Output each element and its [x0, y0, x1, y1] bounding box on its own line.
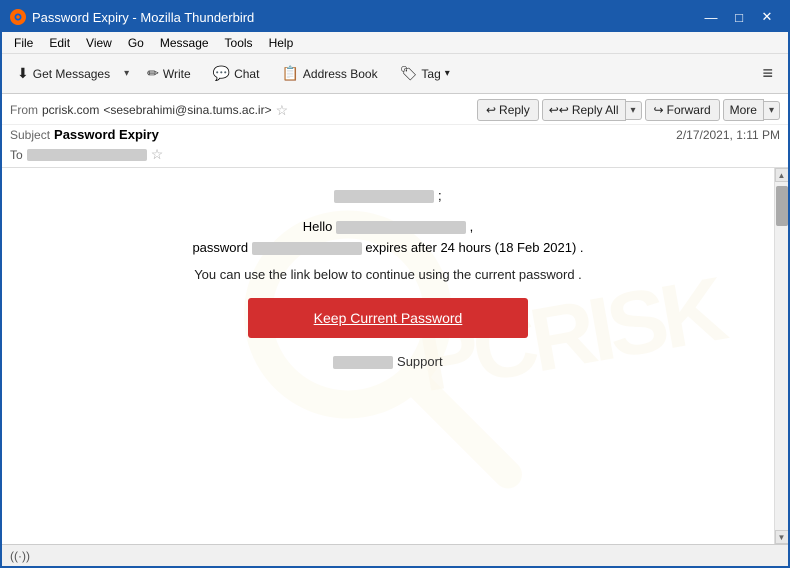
keep-current-password-label: Keep Current Password: [314, 310, 463, 326]
reply-all-dropdown[interactable]: ▾: [626, 101, 642, 120]
blurred-recipient: [336, 221, 466, 234]
menu-edit[interactable]: Edit: [41, 34, 78, 52]
tag-button[interactable]: 🏷 Tag ▾: [391, 60, 459, 87]
menu-bar: File Edit View Go Message Tools Help: [2, 32, 788, 54]
scroll-up-arrow[interactable]: ▲: [775, 168, 789, 182]
wifi-icon: ((·)): [10, 549, 30, 563]
menu-go[interactable]: Go: [120, 34, 152, 52]
email-content: ; Hello , password expires after 24 hour…: [32, 188, 744, 369]
menu-message[interactable]: Message: [152, 34, 217, 52]
reply-all-button[interactable]: ↩↩ Reply All: [542, 99, 626, 121]
reply-button[interactable]: ↩ Reply: [477, 99, 539, 121]
email-body-container: PCRISK ; Hello , password expires after: [2, 168, 788, 544]
to-line: To ☆: [2, 144, 788, 167]
more-dropdown[interactable]: ▾: [764, 101, 780, 120]
maximize-button[interactable]: □: [726, 7, 752, 27]
blurred-top-link: [334, 190, 434, 203]
get-messages-group: ⬇ Get Messages ▾: [8, 60, 134, 87]
thunderbird-icon: [10, 9, 26, 25]
to-star-icon[interactable]: ☆: [151, 146, 164, 163]
blurred-password-domain: [252, 242, 362, 255]
hamburger-menu-button[interactable]: ≡: [753, 58, 782, 89]
from-star-icon[interactable]: ☆: [276, 102, 289, 119]
tag-icon: 🏷: [400, 65, 418, 82]
minimize-button[interactable]: —: [698, 7, 724, 27]
address-book-icon: 📋: [281, 65, 298, 82]
to-address-blurred: [27, 149, 147, 161]
scrollbar[interactable]: ▲ ▼: [774, 168, 788, 544]
hello-line: Hello ,: [32, 219, 744, 234]
more-button[interactable]: More: [723, 99, 764, 121]
write-button[interactable]: ✏ Write: [138, 60, 200, 87]
forward-icon: ↪: [654, 103, 664, 117]
reply-icon: ↩: [486, 103, 496, 117]
reply-all-group: ↩↩ Reply All ▾: [542, 99, 642, 121]
blurred-support-name: [333, 356, 393, 369]
tag-dropdown-arrow: ▾: [445, 68, 450, 79]
menu-tools[interactable]: Tools: [217, 34, 261, 52]
address-book-button[interactable]: 📋 Address Book: [272, 60, 386, 87]
keep-current-password-button[interactable]: Keep Current Password: [248, 298, 528, 338]
title-bar-left: Password Expiry - Mozilla Thunderbird: [10, 9, 254, 25]
scroll-down-arrow[interactable]: ▼: [775, 530, 789, 544]
forward-button[interactable]: ↪ Forward: [645, 99, 720, 121]
blurred-top-link-line: ;: [32, 188, 744, 203]
title-bar: Password Expiry - Mozilla Thunderbird — …: [2, 2, 788, 32]
semicolon: ;: [438, 188, 442, 203]
menu-view[interactable]: View: [78, 34, 120, 52]
get-messages-dropdown[interactable]: ▾: [119, 63, 134, 84]
from-address: <sesebrahimi@sina.tums.ac.ir>: [103, 103, 271, 117]
action-buttons: ↩ Reply ↩↩ Reply All ▾ ↪ Forward More: [477, 99, 780, 121]
from-label: From: [10, 103, 38, 117]
from-row: From pcrisk.com <sesebrahimi@sina.tums.a…: [10, 102, 288, 119]
date-value: 2/17/2021, 1:11 PM: [676, 128, 780, 142]
subject-value: Password Expiry: [54, 127, 159, 142]
chat-button[interactable]: 💬 Chat: [204, 60, 269, 87]
status-bar: ((·)): [2, 544, 788, 566]
window-title: Password Expiry - Mozilla Thunderbird: [32, 10, 254, 25]
menu-file[interactable]: File: [6, 34, 41, 52]
more-group: More ▾: [723, 99, 780, 121]
support-line: Support: [32, 354, 744, 369]
notice-text: You can use the link below to continue u…: [32, 267, 744, 282]
close-button[interactable]: ✕: [754, 7, 780, 27]
chat-icon: 💬: [213, 65, 230, 82]
subject-label: Subject: [10, 128, 50, 142]
support-text: Support: [397, 354, 443, 369]
email-header: From pcrisk.com <sesebrahimi@sina.tums.a…: [2, 94, 788, 168]
get-messages-button[interactable]: ⬇ Get Messages: [8, 60, 119, 87]
menu-help[interactable]: Help: [261, 34, 302, 52]
expires-line: password expires after 24 hours (18 Feb …: [32, 240, 744, 255]
reply-all-icon: ↩↩: [549, 103, 569, 117]
main-window: Password Expiry - Mozilla Thunderbird — …: [0, 0, 790, 568]
email-body: PCRISK ; Hello , password expires after: [2, 168, 774, 544]
get-messages-icon: ⬇: [17, 65, 29, 82]
to-label: To: [10, 148, 23, 162]
scrollbar-thumb[interactable]: [776, 186, 788, 226]
subject-line: Subject Password Expiry 2/17/2021, 1:11 …: [2, 125, 788, 144]
window-controls: — □ ✕: [698, 7, 780, 27]
toolbar: ⬇ Get Messages ▾ ✏ Write 💬 Chat 📋 Addres…: [2, 54, 788, 94]
expires-text: expires after 24 hours (18 Feb 2021) .: [365, 240, 583, 255]
from-name: pcrisk.com: [42, 103, 99, 117]
write-icon: ✏: [147, 65, 159, 82]
